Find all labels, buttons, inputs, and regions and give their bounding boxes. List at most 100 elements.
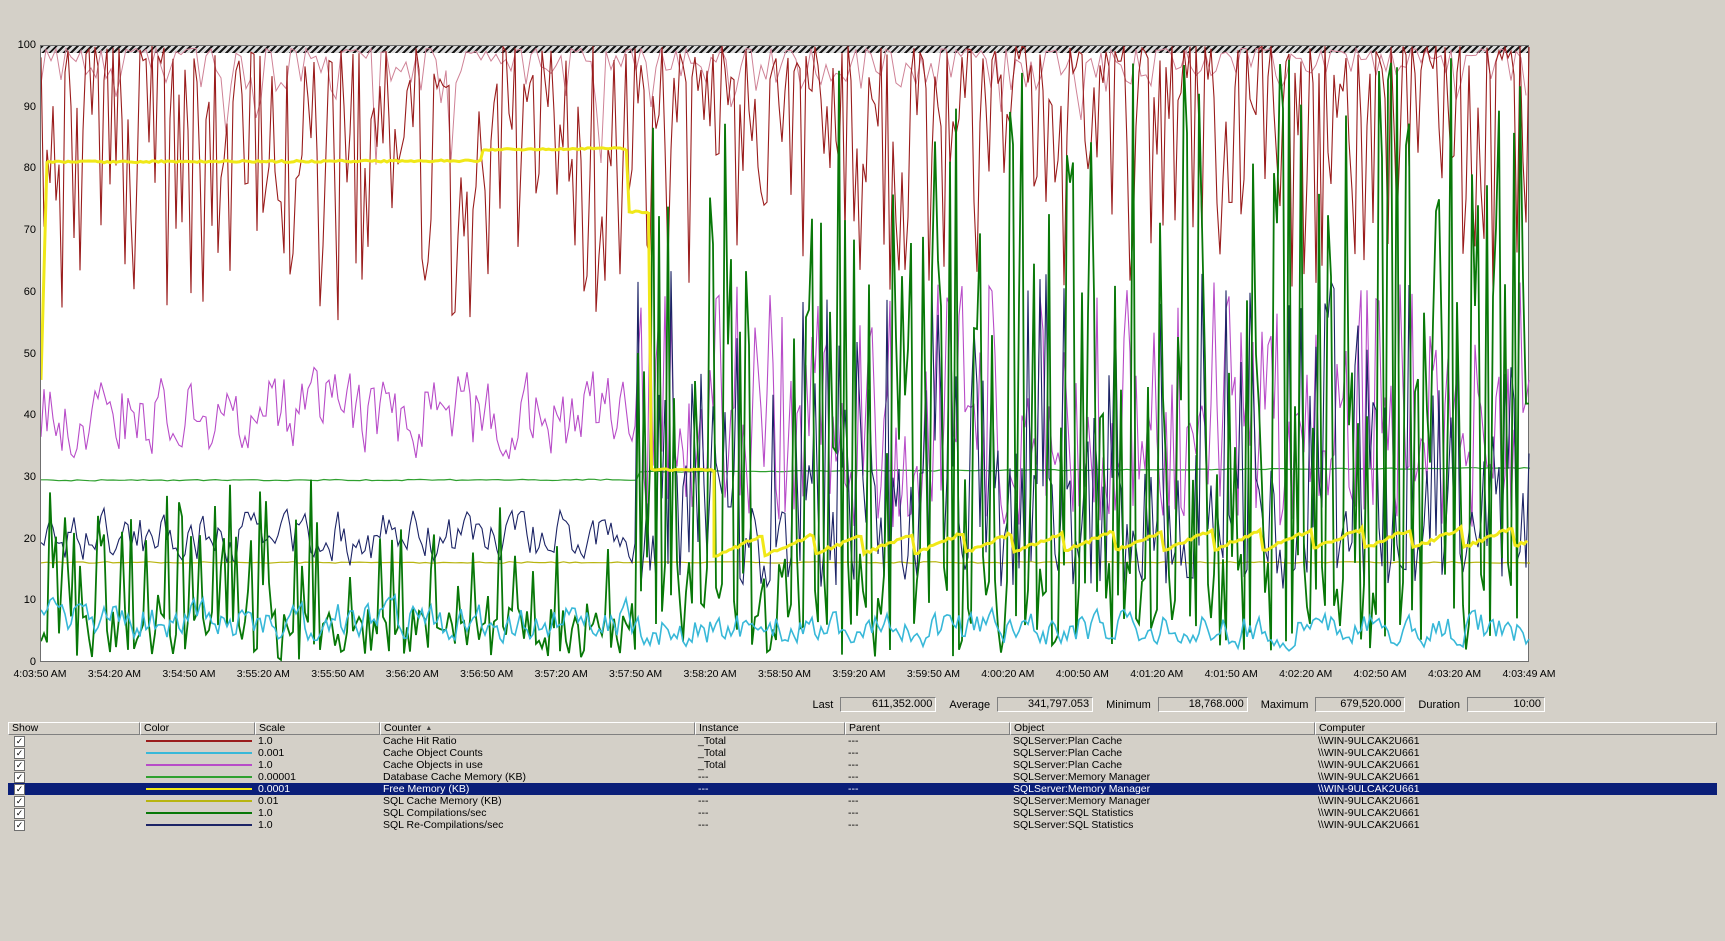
show-checkbox[interactable]: ✓	[14, 783, 25, 795]
legend-row[interactable]: ✓ 1.0 SQL Re-Compilations/sec --- --- SQLServ…	[8, 819, 1717, 831]
show-checkbox[interactable]: ✓	[14, 759, 25, 771]
legend-scale: 0.00001	[258, 771, 296, 783]
chart-plot-area	[40, 45, 1530, 662]
y-axis-tick: 10	[23, 594, 36, 607]
color-swatch	[146, 788, 252, 791]
legend-parent: ---	[848, 807, 859, 819]
color-swatch	[146, 776, 252, 779]
legend-row[interactable]: ✓ 1.0 SQL Compilations/sec --- --- SQLServer:…	[8, 807, 1717, 819]
show-checkbox[interactable]: ✓	[14, 795, 25, 807]
legend-counter: SQL Compilations/sec	[383, 807, 487, 819]
y-axis-tick: 40	[23, 409, 36, 422]
legend-parent: ---	[848, 759, 859, 771]
legend-row[interactable]: ✓ 0.00001 Database Cache Memory (KB) --- ---…	[8, 771, 1717, 783]
legend-parent: ---	[848, 747, 859, 759]
y-axis-tick: 70	[23, 224, 36, 237]
minimum-value: 18,768.000	[1157, 697, 1248, 712]
show-checkbox[interactable]: ✓	[14, 807, 25, 819]
statistics-bar: Last 611,352.000 Average 341,797.053 Min…	[807, 696, 1545, 713]
legend-counter: SQL Re-Compilations/sec	[383, 819, 504, 831]
legend-scale: 0.001	[258, 747, 285, 759]
x-axis-tick: 4:03:49 AM	[1502, 668, 1556, 680]
legend-header-parent[interactable]: Parent	[845, 722, 1010, 735]
color-swatch	[146, 824, 252, 827]
x-axis-tick: 3:58:20 AM	[683, 668, 737, 680]
legend-scale: 1.0	[258, 807, 273, 819]
y-axis-tick: 30	[23, 470, 36, 483]
legend-scale: 1.0	[258, 759, 273, 771]
counter-legend: Show Color Scale Counter ▲ Instance Parent Obje…	[8, 722, 1717, 831]
show-checkbox[interactable]: ✓	[14, 735, 25, 747]
show-checkbox[interactable]: ✓	[14, 747, 25, 759]
minimum-label: Minimum	[1106, 698, 1151, 711]
x-axis-tick: 3:58:50 AM	[757, 668, 812, 680]
legend-counter: Cache Hit Ratio	[383, 735, 457, 747]
average-value: 341,797.053	[997, 697, 1094, 712]
series-line-sql-compilations	[41, 58, 1530, 662]
legend-instance: ---	[698, 795, 709, 807]
legend-computer: \\WIN-9ULCAK2U661	[1318, 735, 1420, 747]
x-axis-tick: 4:00:50 AM	[1055, 668, 1109, 680]
series-line-database-cache-memory	[41, 466, 1530, 482]
maximum-label: Maximum	[1260, 698, 1309, 711]
legend-row[interactable]: ✓ 0.01 SQL Cache Memory (KB) --- --- SQLServe…	[8, 795, 1717, 807]
legend-scale: 1.0	[258, 735, 273, 747]
legend-computer: \\WIN-9ULCAK2U661	[1318, 759, 1420, 771]
series-line-cache-object-counts	[41, 593, 1530, 652]
legend-object: SQLServer:SQL Statistics	[1013, 807, 1134, 819]
legend-row[interactable]: ✓ 1.0 Cache Hit Ratio _Total --- SQLServer:Pl…	[8, 735, 1717, 747]
x-axis-tick: 3:54:50 AM	[162, 668, 216, 680]
legend-header-scale[interactable]: Scale	[255, 722, 380, 735]
y-axis-tick: 80	[23, 162, 36, 175]
x-axis-tick: 4:02:50 AM	[1353, 668, 1407, 680]
y-axis-tick: 60	[23, 285, 36, 298]
x-axis-tick: 4:01:20 AM	[1130, 668, 1184, 680]
legend-row[interactable]: ✓ 0.001 Cache Object Counts _Total --- SQLSer…	[8, 747, 1717, 759]
y-axis-tick: 50	[23, 347, 36, 360]
series-line-cache-objects-in-use	[41, 282, 1530, 528]
legend-header-computer[interactable]: Computer	[1315, 722, 1717, 735]
legend-object: SQLServer:SQL Statistics	[1013, 819, 1134, 831]
y-axis-tick: 100	[17, 39, 36, 51]
legend-instance: ---	[698, 771, 709, 783]
legend-scale: 0.0001	[258, 783, 291, 795]
legend-row[interactable]: ✓ 0.0001 Free Memory (KB) --- --- SQLServer:M…	[8, 783, 1717, 795]
average-label: Average	[949, 698, 991, 711]
legend-parent: ---	[848, 819, 859, 831]
legend-counter: Cache Object Counts	[383, 747, 483, 759]
x-axis-tick: 3:57:20 AM	[534, 668, 588, 680]
legend-instance: ---	[698, 819, 709, 831]
legend-header-object[interactable]: Object	[1010, 722, 1315, 735]
show-checkbox[interactable]: ✓	[14, 771, 25, 783]
legend-header-row: Show Color Scale Counter ▲ Instance Parent Obje…	[8, 722, 1717, 735]
chart-series-canvas	[41, 46, 1530, 662]
legend-header-instance[interactable]: Instance	[695, 722, 845, 735]
x-axis-tick: 3:59:50 AM	[906, 668, 960, 680]
legend-computer: \\WIN-9ULCAK2U661	[1318, 783, 1420, 795]
legend-header-show[interactable]: Show	[8, 722, 140, 735]
x-axis-tick: 3:57:50 AM	[609, 668, 663, 680]
legend-object: SQLServer:Memory Manager	[1013, 771, 1151, 783]
performance-monitor-window: { "window": { "bg_color": "#d4d0c8", "se…	[0, 0, 1725, 941]
y-axis-tick: 90	[23, 100, 36, 113]
legend-header-counter[interactable]: Counter ▲	[380, 722, 695, 735]
legend-row[interactable]: ✓ 1.0 Cache Objects in use _Total --- SQLServ…	[8, 759, 1717, 771]
color-swatch	[146, 812, 252, 815]
legend-instance: _Total	[698, 759, 727, 771]
legend-parent: ---	[848, 735, 859, 747]
legend-counter: Database Cache Memory (KB)	[383, 771, 526, 783]
legend-header-color[interactable]: Color	[140, 722, 255, 735]
x-axis-tick: 3:59:20 AM	[832, 668, 886, 680]
x-axis-tick: 4:03:50 AM	[13, 668, 67, 680]
legend-instance: ---	[698, 783, 709, 795]
series-line-cache-hit-ratio	[41, 46, 1530, 321]
x-axis-tick: 3:55:20 AM	[236, 668, 290, 680]
legend-counter: Cache Objects in use	[383, 759, 483, 771]
color-swatch	[146, 764, 252, 767]
duration-label: Duration	[1418, 698, 1460, 711]
show-checkbox[interactable]: ✓	[14, 819, 25, 831]
legend-instance: _Total	[698, 747, 727, 759]
color-swatch	[146, 752, 252, 755]
legend-instance: ---	[698, 807, 709, 819]
legend-object: SQLServer:Memory Manager	[1013, 795, 1151, 807]
